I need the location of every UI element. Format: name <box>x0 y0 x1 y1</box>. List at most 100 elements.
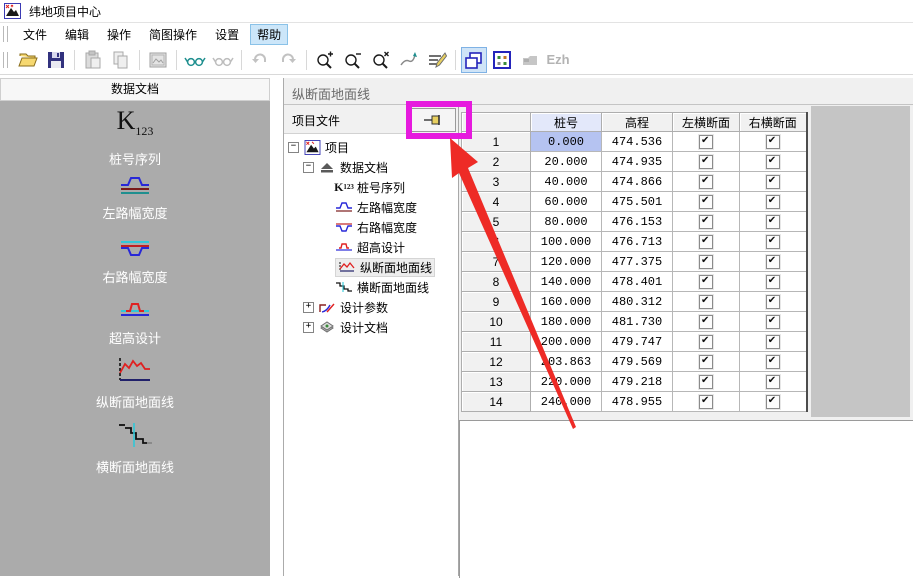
checkbox-checked[interactable] <box>766 235 780 249</box>
checkbox-checked[interactable] <box>699 375 713 389</box>
station-cell[interactable]: 240.000 <box>531 392 602 412</box>
tree-item-project[interactable]: − 项目 <box>284 137 458 157</box>
station-cell[interactable]: 140.000 <box>531 272 602 292</box>
zoom-window-button[interactable] <box>368 47 394 73</box>
elevation-cell[interactable]: 476.713 <box>602 232 673 252</box>
checkbox-checked[interactable] <box>766 355 780 369</box>
preview-button[interactable] <box>182 47 208 73</box>
row-header[interactable]: 2 <box>462 152 531 172</box>
sidebar-item-cross-section[interactable]: 横断面地面线 <box>0 421 270 476</box>
tree-item-cross-section[interactable]: 横断面地面线 <box>284 277 458 297</box>
paste-button[interactable] <box>80 47 106 73</box>
checkbox-checked[interactable] <box>766 395 780 409</box>
station-cell[interactable]: 180.000 <box>531 312 602 332</box>
checkbox-checked[interactable] <box>699 295 713 309</box>
checkbox-checked[interactable] <box>699 355 713 369</box>
menu-help[interactable]: 帮助 <box>250 24 288 45</box>
station-cell[interactable]: 80.000 <box>531 212 602 232</box>
image-button[interactable] <box>145 47 171 73</box>
menu-file[interactable]: 文件 <box>16 24 54 45</box>
menu-operate[interactable]: 操作 <box>100 24 138 45</box>
checkbox-checked[interactable] <box>766 335 780 349</box>
sidebar-item-superelevation[interactable]: 超高设计 <box>0 300 270 347</box>
checkbox-checked[interactable] <box>699 395 713 409</box>
elevation-cell[interactable]: 479.569 <box>602 352 673 372</box>
station-cell[interactable]: 160.000 <box>531 292 602 312</box>
checkbox-checked[interactable] <box>766 175 780 189</box>
menu-edit[interactable]: 编辑 <box>58 24 96 45</box>
tree-item-data-docs[interactable]: − 数据文档 <box>284 157 458 177</box>
sidebar-item-right-width[interactable]: 右路幅宽度 <box>0 239 270 286</box>
station-cell[interactable]: 100.000 <box>531 232 602 252</box>
sidebar-item-station-sequence[interactable]: K123 桩号序列 <box>0 108 270 168</box>
row-header[interactable]: 5 <box>462 212 531 232</box>
checkbox-checked[interactable] <box>699 255 713 269</box>
column-header-elevation[interactable]: 高程 <box>602 113 673 132</box>
redo-button[interactable] <box>275 47 301 73</box>
tree-item-design-docs[interactable]: + 设计文档 <box>284 317 458 337</box>
checkbox-checked[interactable] <box>766 315 780 329</box>
elevation-cell[interactable]: 478.401 <box>602 272 673 292</box>
toolbar-grip[interactable] <box>3 52 8 68</box>
checkbox-checked[interactable] <box>699 175 713 189</box>
tree-item-right-width[interactable]: 右路幅宽度 <box>284 217 458 237</box>
elevation-cell[interactable]: 476.153 <box>602 212 673 232</box>
elevation-cell[interactable]: 479.747 <box>602 332 673 352</box>
column-header-left-cross[interactable]: 左横断面 <box>673 113 740 132</box>
checkbox-checked[interactable] <box>766 295 780 309</box>
tree-item-left-width[interactable]: 左路幅宽度 <box>284 197 458 217</box>
pin-button[interactable] <box>409 108 456 132</box>
checkbox-checked[interactable] <box>766 255 780 269</box>
elevation-cell[interactable]: 478.955 <box>602 392 673 412</box>
checkbox-checked[interactable] <box>766 195 780 209</box>
annotate-pen-button[interactable] <box>424 47 450 73</box>
checkbox-checked[interactable] <box>766 215 780 229</box>
checkbox-checked[interactable] <box>699 275 713 289</box>
tree-item-superelevation[interactable]: 超高设计 <box>284 237 458 257</box>
elevation-cell[interactable]: 474.866 <box>602 172 673 192</box>
save-button[interactable] <box>43 47 69 73</box>
elevation-cell[interactable]: 474.935 <box>602 152 673 172</box>
row-header[interactable]: 10 <box>462 312 531 332</box>
sidebar-item-left-width[interactable]: 左路幅宽度 <box>0 175 270 222</box>
station-cell[interactable]: 203.863 <box>531 352 602 372</box>
corner-header-cell[interactable] <box>462 113 531 132</box>
expand-icon[interactable]: + <box>303 302 314 313</box>
station-cell[interactable]: 220.000 <box>531 372 602 392</box>
checkbox-checked[interactable] <box>699 315 713 329</box>
checkbox-checked[interactable] <box>766 135 780 149</box>
ezh-button[interactable]: Ezh <box>545 47 571 73</box>
elevation-cell[interactable]: 475.501 <box>602 192 673 212</box>
elevation-cell[interactable]: 481.730 <box>602 312 673 332</box>
elevation-cell[interactable]: 479.218 <box>602 372 673 392</box>
row-header[interactable]: 6 <box>462 232 531 252</box>
preview-off-button[interactable] <box>210 47 236 73</box>
column-header-right-cross[interactable]: 右横断面 <box>740 113 807 132</box>
collapse-icon[interactable]: − <box>288 142 299 153</box>
menu-settings[interactable]: 设置 <box>208 24 246 45</box>
checkbox-checked[interactable] <box>699 195 713 209</box>
checkbox-checked[interactable] <box>699 155 713 169</box>
row-header[interactable]: 8 <box>462 272 531 292</box>
elevation-cell[interactable]: 474.536 <box>602 132 673 152</box>
zoom-out-button[interactable] <box>340 47 366 73</box>
row-header[interactable]: 14 <box>462 392 531 412</box>
station-cell[interactable]: 0.000 <box>531 132 602 152</box>
checkbox-checked[interactable] <box>699 215 713 229</box>
checkbox-checked[interactable] <box>766 155 780 169</box>
row-header[interactable]: 7 <box>462 252 531 272</box>
elevation-cell[interactable]: 477.375 <box>602 252 673 272</box>
menu-sketch-operate[interactable]: 简图操作 <box>142 24 204 45</box>
elevation-cell[interactable]: 480.312 <box>602 292 673 312</box>
row-header[interactable]: 1 <box>462 132 531 152</box>
station-cell[interactable]: 60.000 <box>531 192 602 212</box>
row-header[interactable]: 9 <box>462 292 531 312</box>
row-header[interactable]: 12 <box>462 352 531 372</box>
cascade-windows-button[interactable] <box>461 47 487 73</box>
window-button[interactable] <box>517 47 543 73</box>
pan-button[interactable] <box>396 47 422 73</box>
station-cell[interactable]: 120.000 <box>531 252 602 272</box>
zoom-in-button[interactable] <box>312 47 338 73</box>
tile-windows-button[interactable] <box>489 47 515 73</box>
checkbox-checked[interactable] <box>699 335 713 349</box>
